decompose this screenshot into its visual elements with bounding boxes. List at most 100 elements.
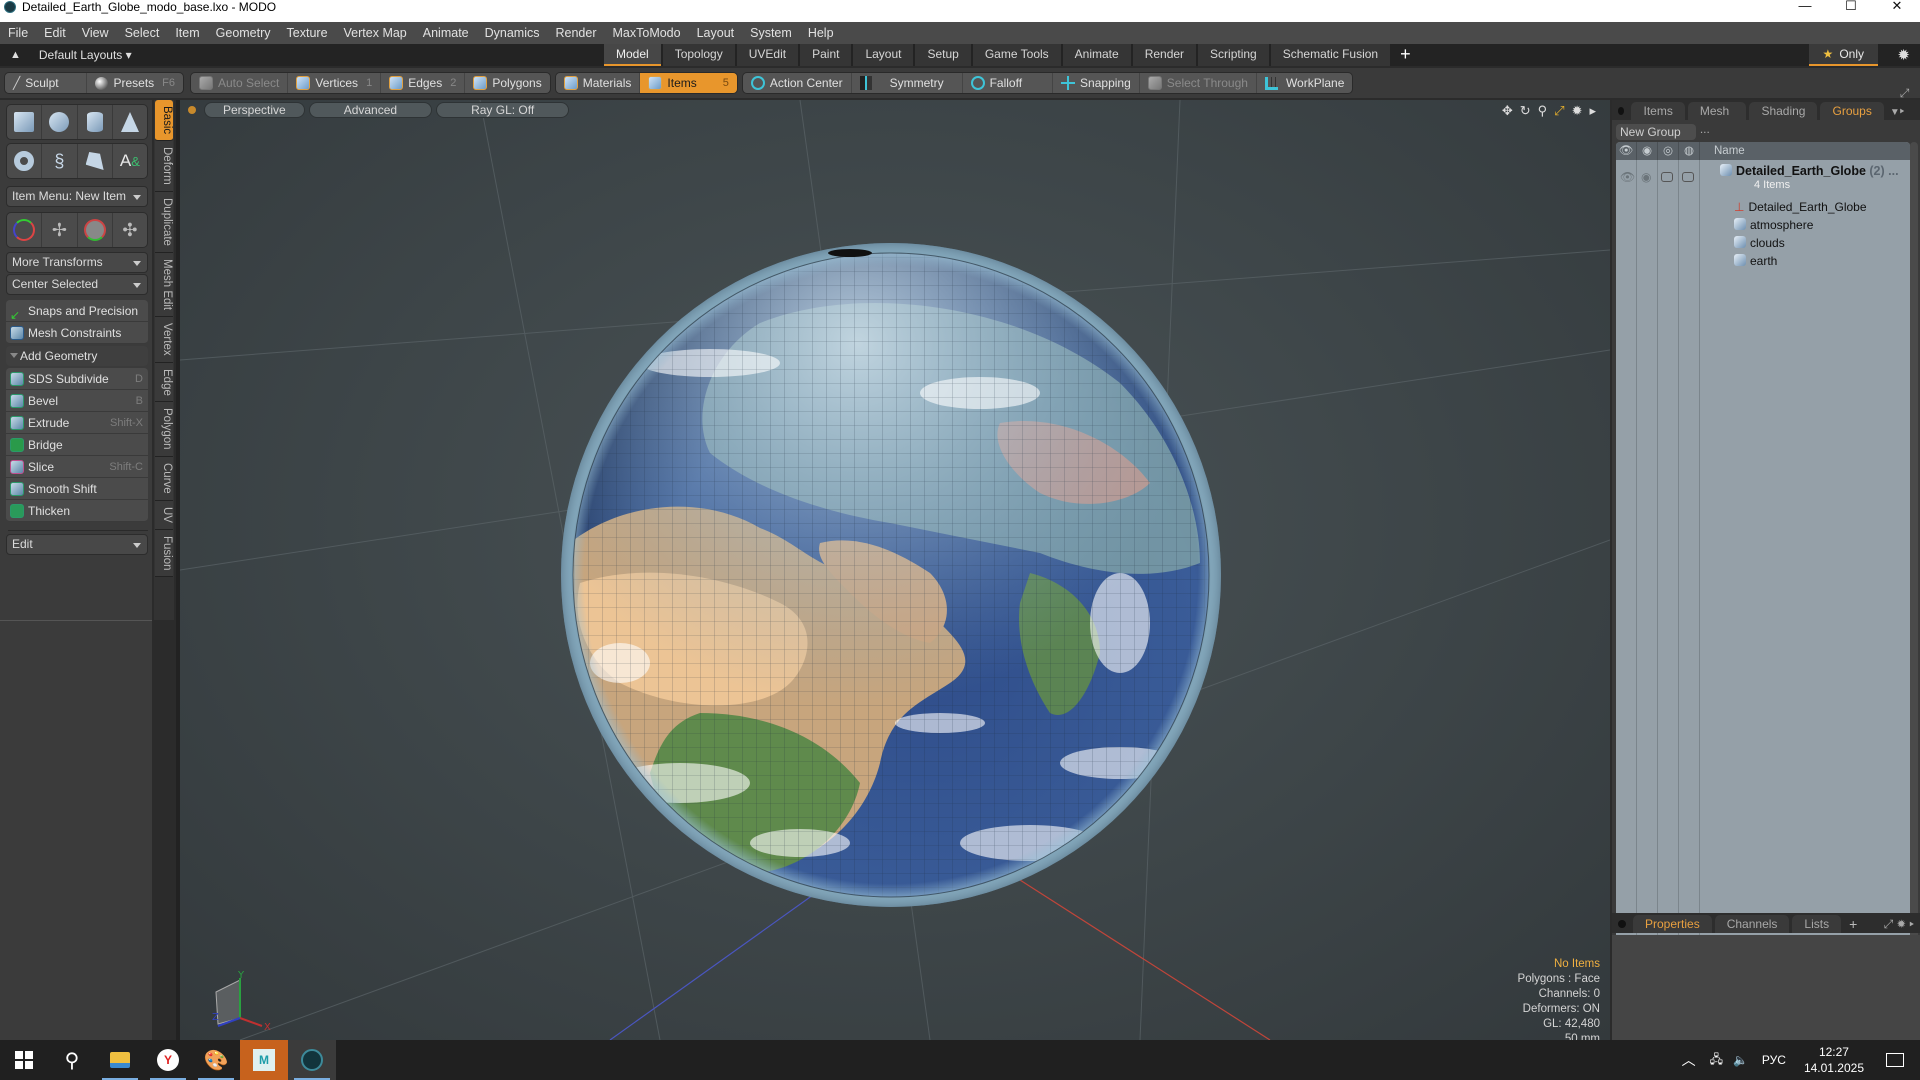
edges-button[interactable]: Edges 2 (381, 73, 466, 93)
tab-lists[interactable]: Lists (1792, 915, 1842, 933)
snaps-precision-button[interactable]: ↙ Snaps and Precision (6, 300, 148, 322)
tab-scripting[interactable]: Scripting (1198, 44, 1269, 66)
render-column-icon[interactable]: ◉ (1637, 142, 1658, 160)
presets-button[interactable]: Presets F6 (87, 73, 183, 93)
view-mode-button[interactable]: Perspective (204, 102, 305, 118)
gear-icon[interactable]: ✹ (1897, 46, 1910, 64)
group-name[interactable]: Detailed_Earth_Globe (2) ... (1720, 164, 1899, 178)
notifications-icon[interactable] (1886, 1053, 1904, 1067)
action-center-button[interactable]: Action Center (743, 73, 852, 93)
tab-model[interactable]: Model (604, 44, 661, 66)
vtab-uv[interactable]: UV (155, 500, 173, 530)
mesh-constraints-button[interactable]: Mesh Constraints (6, 322, 148, 344)
group-member-row[interactable]: ⊥ Detailed_Earth_Globe (1734, 200, 1867, 214)
items-button[interactable]: Items 5 (640, 73, 737, 93)
menu-texture[interactable]: Texture (279, 26, 336, 40)
menu-render[interactable]: Render (548, 26, 605, 40)
only-toggle[interactable]: ★ Only (1808, 44, 1878, 66)
vtab-mesh-edit[interactable]: Mesh Edit (155, 252, 173, 317)
menu-help[interactable]: Help (800, 26, 842, 40)
add-geometry-section[interactable]: Add Geometry (6, 346, 148, 366)
tab-animate[interactable]: Animate (1062, 44, 1131, 66)
menu-geometry[interactable]: Geometry (208, 26, 279, 40)
group-member-row[interactable]: clouds (1734, 236, 1785, 250)
cone-button[interactable] (113, 105, 147, 139)
select-through-button[interactable]: Select Through (1140, 73, 1257, 93)
tab-schematic-fusion[interactable]: Schematic Fusion (1270, 44, 1391, 66)
more-transforms-dropdown[interactable]: More Transforms (6, 252, 148, 273)
menu-select[interactable]: Select (117, 26, 168, 40)
pen-button[interactable] (78, 144, 113, 178)
add-tab-button[interactable]: + (1392, 44, 1419, 66)
shading-mode-button[interactable]: Advanced (308, 102, 433, 118)
input-language[interactable]: РУС (1762, 1053, 1786, 1067)
add-panel-tab-button[interactable]: + (1849, 915, 1857, 933)
menu-item[interactable]: Item (167, 26, 207, 40)
vtab-deform[interactable]: Deform (155, 141, 173, 192)
vtab-edge[interactable]: Edge (155, 362, 173, 403)
capsule-button[interactable]: § (42, 144, 78, 178)
search-button[interactable]: ⚲ (48, 1040, 96, 1080)
minimize-button[interactable]: — (1782, 0, 1828, 14)
falloff-button[interactable]: Falloff (963, 73, 1054, 93)
pan-icon[interactable]: ✥ (1502, 103, 1513, 119)
materials-button[interactable]: Materials (556, 73, 641, 93)
group-lock-checkbox[interactable] (1661, 172, 1673, 182)
tab-layout[interactable]: Layout (853, 44, 914, 66)
smooth-shift-button[interactable]: Smooth Shift (6, 478, 148, 500)
maya-button[interactable]: M (240, 1040, 288, 1080)
vtab-basic[interactable]: Basic (155, 100, 173, 142)
modo-button[interactable] (288, 1040, 336, 1080)
panel-handle-icon[interactable] (1618, 920, 1626, 928)
network-icon[interactable]: 🖧 (1710, 1050, 1723, 1071)
tab-setup[interactable]: Setup (915, 44, 971, 66)
cylinder-button[interactable] (78, 105, 113, 139)
vtab-duplicate[interactable]: Duplicate (155, 191, 173, 253)
snapping-button[interactable]: Snapping (1053, 73, 1140, 93)
sds-subdivide-button[interactable]: SDS Subdivide D (6, 368, 148, 390)
tab-properties[interactable]: Properties (1633, 915, 1712, 933)
properties-expand-icon[interactable]: ⤢ ✹ ▸ (1884, 915, 1914, 933)
extrude-button[interactable]: Extrude Shift-X (6, 412, 148, 434)
lock-column-icon[interactable]: ◎ (1658, 142, 1679, 160)
menu-dynamics[interactable]: Dynamics (477, 26, 548, 40)
panel-expand-icon[interactable]: ⤢ ▸ (1900, 84, 1914, 120)
zoom-view-icon[interactable]: ⚲ (1538, 103, 1548, 119)
sphere-button[interactable] (42, 105, 78, 139)
tab-paint[interactable]: Paint (800, 44, 852, 66)
visibility-column-icon[interactable]: 👁 (1616, 142, 1637, 160)
tab-topology[interactable]: Topology (662, 44, 735, 66)
item-menu-dropdown[interactable]: Item Menu: New Item (6, 186, 148, 207)
tab-render[interactable]: Render (1132, 44, 1197, 66)
workplane-button[interactable]: WorkPlane (1257, 73, 1352, 93)
group-member-row[interactable]: earth (1734, 254, 1777, 268)
group-member-row[interactable]: atmosphere (1734, 218, 1813, 232)
layout-up-arrow-icon[interactable]: ▲ (10, 49, 21, 61)
move-button[interactable]: ✢ (42, 213, 78, 247)
tab-game-tools[interactable]: Game Tools (972, 44, 1061, 66)
tab-items[interactable]: Items (1631, 102, 1685, 120)
text-button[interactable]: A& (113, 144, 147, 178)
tab-channels[interactable]: Channels (1714, 915, 1790, 933)
start-button[interactable] (0, 1040, 48, 1080)
sculpt-button[interactable]: ╱ Sculpt (5, 73, 88, 93)
menu-file[interactable]: File (0, 26, 36, 40)
group-row[interactable]: 👁 ◉ Detailed_Earth_Globe (2) ... 4 Items (1616, 164, 1910, 198)
menu-view[interactable]: View (74, 26, 117, 40)
menu-layout[interactable]: Layout (689, 26, 743, 40)
edit-dropdown[interactable]: Edit (6, 534, 148, 555)
close-button[interactable]: ✕ (1874, 0, 1920, 14)
cube-button[interactable] (7, 105, 43, 139)
center-selected-dropdown[interactable]: Center Selected (6, 274, 148, 295)
vertices-button[interactable]: Vertices 1 (288, 73, 382, 93)
viewport-menu-arrow-icon[interactable]: ▸ (1589, 103, 1596, 119)
tab-uvedit[interactable]: UVEdit (736, 44, 799, 66)
file-explorer-button[interactable] (96, 1040, 144, 1080)
raygl-button[interactable]: Ray GL: Off (436, 102, 570, 118)
group-render-toggle[interactable]: ◉ (1641, 170, 1651, 184)
menu-system[interactable]: System (742, 26, 800, 40)
vtab-curve[interactable]: Curve (155, 456, 173, 501)
new-group-button[interactable]: New Group (1616, 124, 1696, 140)
tab-shading[interactable]: Shading (1749, 102, 1818, 120)
thicken-button[interactable]: Thicken (6, 500, 148, 522)
